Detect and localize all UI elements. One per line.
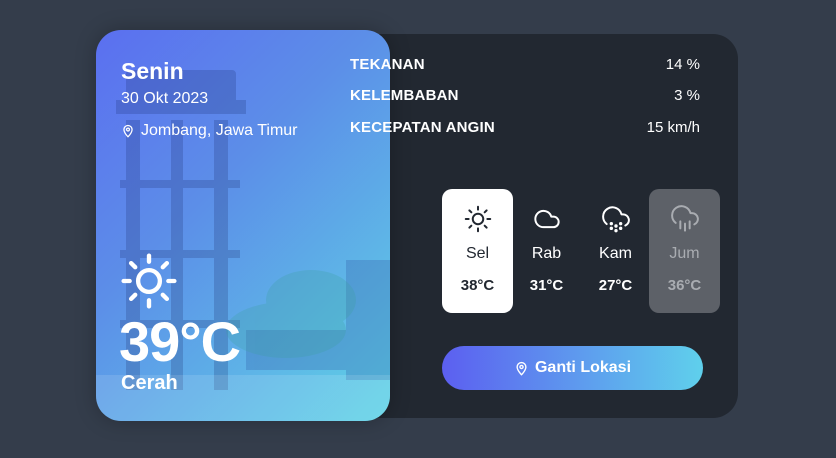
forecast-day: Jum xyxy=(669,245,700,262)
map-pin-icon xyxy=(123,124,133,138)
stat-row-wind-speed: KECEPATAN ANGIN 15 km/h xyxy=(350,119,700,141)
cloud-rain-icon xyxy=(671,205,699,232)
stat-value: 14 % xyxy=(665,56,700,73)
stat-value: 3 % xyxy=(674,87,700,104)
current-temperature: 39°C xyxy=(119,310,241,373)
stat-value: 15 km/h xyxy=(646,119,700,136)
forecast-temp: 38°C xyxy=(460,277,495,294)
date: 30 Okt 2023 xyxy=(121,90,209,107)
stat-row-pressure: TEKANAN 14 % xyxy=(350,56,700,78)
day-name: Senin xyxy=(121,58,184,84)
cloud-icon xyxy=(534,209,560,229)
forecast-day: Kam xyxy=(599,245,632,262)
forecast-item-kam[interactable]: Kam 27°C xyxy=(580,189,651,313)
sun-icon xyxy=(121,253,177,309)
sun-icon xyxy=(464,205,492,233)
stat-label: KECEPATAN ANGIN xyxy=(350,119,495,136)
weather-side: Senin 30 Okt 2023 Jombang, Jawa Timur 39… xyxy=(96,30,390,421)
stat-label: KELEMBABAN xyxy=(350,87,459,104)
forecast-day: Sel xyxy=(465,245,490,262)
weather-condition: Cerah xyxy=(121,372,178,394)
location: Jombang, Jawa Timur xyxy=(121,122,298,140)
forecast-item-rab[interactable]: Rab 31°C xyxy=(511,189,582,313)
forecast-day: Rab xyxy=(531,245,562,262)
change-location-label: Ganti Lokasi xyxy=(534,359,632,376)
cloud-snow-icon xyxy=(602,206,630,233)
forecast-list: Sel 38°C Rab 31°C Kam 27°C Jum 36°C xyxy=(442,189,720,315)
forecast-item-jum[interactable]: Jum 36°C xyxy=(649,189,720,313)
forecast-temp: 27°C xyxy=(598,277,633,294)
stat-label: TEKANAN xyxy=(350,56,425,73)
change-location-button[interactable]: Ganti Lokasi xyxy=(442,346,703,390)
location-text: Jombang, Jawa Timur xyxy=(141,122,298,139)
forecast-item-sel[interactable]: Sel 38°C xyxy=(442,189,513,313)
map-pin-icon xyxy=(516,361,527,375)
forecast-temp: 31°C xyxy=(529,277,564,294)
forecast-temp: 36°C xyxy=(667,277,702,294)
stat-row-humidity: KELEMBABAN 3 % xyxy=(350,87,700,109)
